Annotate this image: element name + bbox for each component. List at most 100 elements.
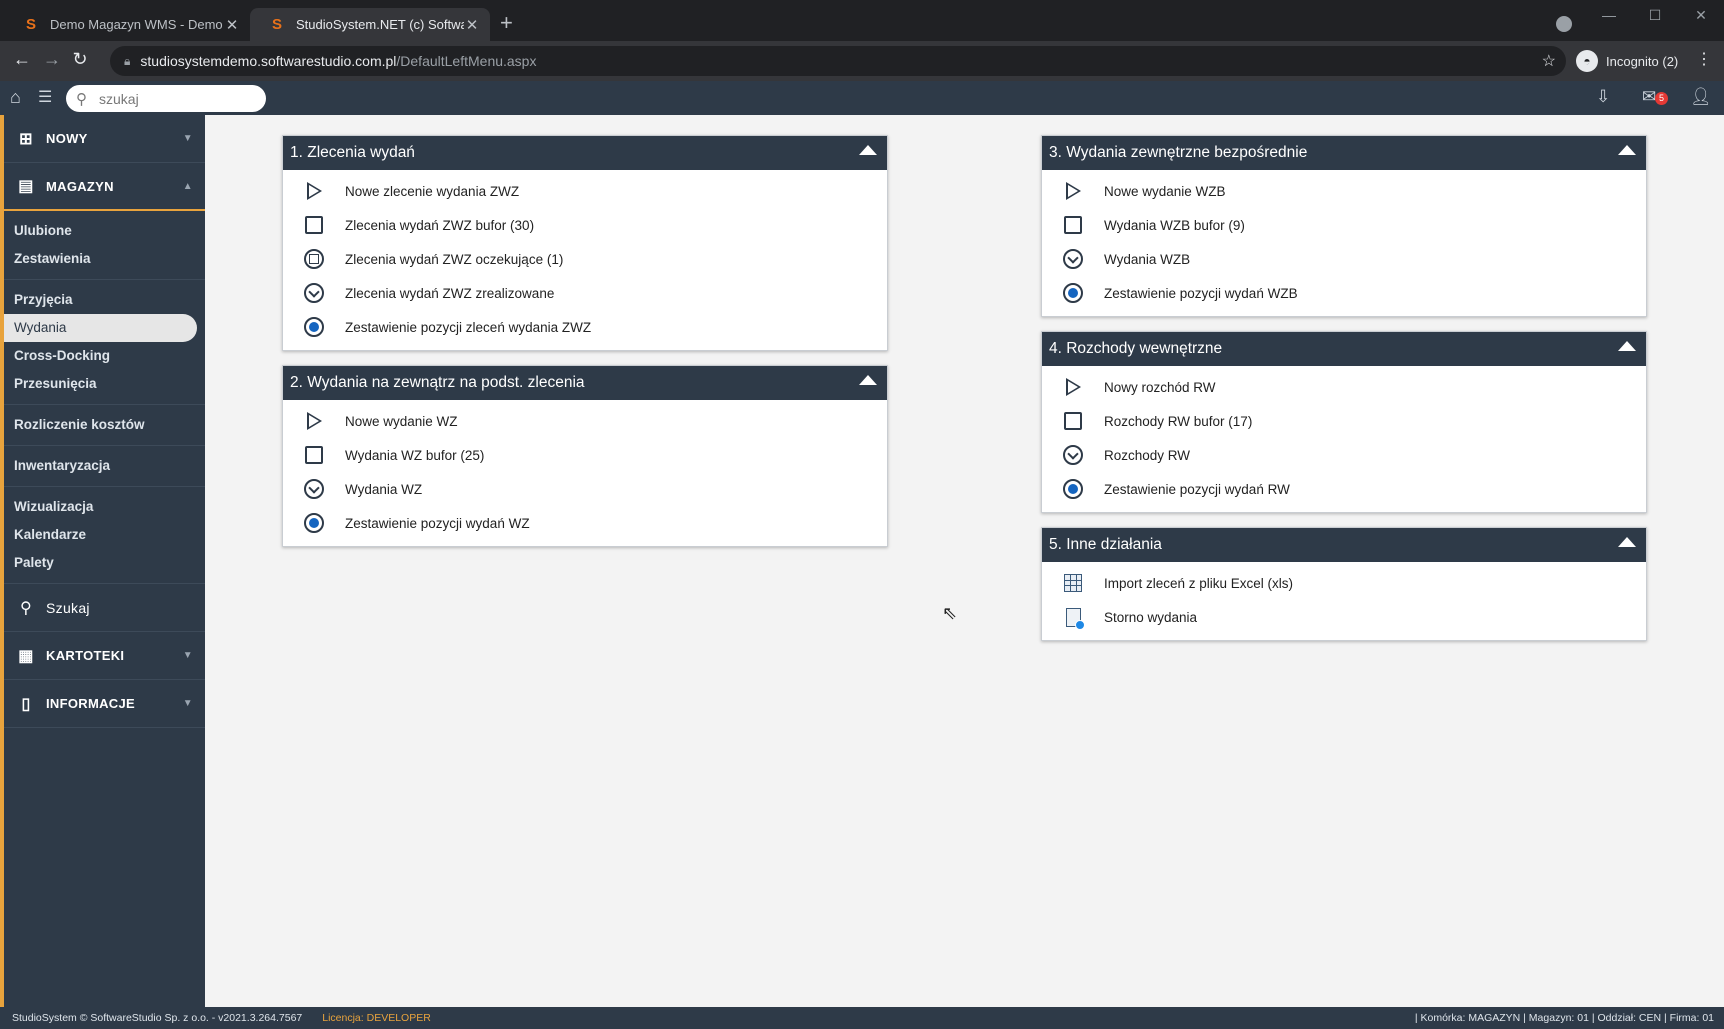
search-icon: ⚲ [76,90,87,108]
sidebar-item-wydania[interactable]: Wydania [4,314,197,342]
url-path: /DefaultLeftMenu.aspx [396,53,537,69]
sidebar-item-wizualizacja[interactable]: Wizualizacja [4,493,197,521]
sidebar-item-cross-docking[interactable]: Cross-Docking [4,342,197,370]
sidebar-item-przesuniecia[interactable]: Przesunięcia [4,370,197,398]
panel-rozchody-wewnetrzne: 4. Rozchody wewnętrzne Nowy rozchód RW R… [1041,331,1647,513]
window-controls: — ☐ ✕ [1586,0,1724,30]
browser-menu-icon[interactable]: ⋮ [1696,49,1712,69]
close-tab-icon[interactable]: ✕ [224,16,240,34]
panel-link[interactable]: Wydania WZB [1042,242,1646,276]
url-bar[interactable]: 🔒︎ studiosystemdemo.softwarestudio.com.p… [110,46,1566,76]
circle-square-icon [303,248,325,270]
close-window-icon[interactable]: ✕ [1678,0,1724,30]
panel-link[interactable]: Rozchody RW bufor (17) [1042,404,1646,438]
panel-link[interactable]: Zlecenia wydań ZWZ oczekujące (1) [283,242,887,276]
panel-link[interactable]: Zestawienie pozycji wydań WZB [1042,276,1646,310]
collapse-icon[interactable] [1618,145,1636,155]
mail-count-badge: 5 [1655,92,1668,105]
radio-dot-icon [303,316,325,338]
excel-grid-icon [1062,572,1084,594]
new-tab-icon[interactable]: + [500,12,513,34]
app-top-bar: ⌂ ☰ ⚲ ⇩ ✉ 5 👤︎ [0,81,1724,115]
panel-link[interactable]: Storno wydania [1042,600,1646,634]
sidebar-section-magazyn[interactable]: ▤ MAGAZYN ▲ [4,163,205,211]
sidebar-section-kartoteki[interactable]: ▦ KARTOTEKI ▼ [4,632,205,680]
panel-header: 2. Wydania na zewnątrz na podst. zleceni… [283,366,887,400]
reload-icon[interactable]: ↻ [68,49,92,70]
lock-icon[interactable]: 🔒︎ [124,54,130,69]
search-input[interactable] [99,90,249,107]
panel-link[interactable]: Nowe zlecenie wydania ZWZ [283,174,887,208]
link-label: Storno wydania [1104,609,1198,625]
square-icon [303,214,325,236]
collapse-icon[interactable] [859,145,877,155]
panel-link[interactable]: Nowe wydanie WZB [1042,174,1646,208]
chevron-up-icon: ▲ [182,180,193,192]
sidebar-item-kalendarze[interactable]: Kalendarze [4,521,197,549]
back-icon[interactable]: ← [10,49,34,70]
browser-tab-bar: S Demo Magazyn WMS - Demo on ✕ S StudioS… [0,0,1724,41]
panel-header: 4. Rozchody wewnętrzne [1042,332,1646,366]
panel-link[interactable]: Nowe wydanie WZ [283,404,887,438]
sidebar-item-inwentaryzacja[interactable]: Inwentaryzacja [4,452,197,480]
sidebar-section-label: INFORMACJE [46,696,135,711]
panel-link[interactable]: Rozchody RW [1042,438,1646,472]
radio-dot-icon [1062,282,1084,304]
panel-link[interactable]: Zestawienie pozycji wydań WZ [283,506,887,540]
bookmark-star-icon[interactable]: ☆ [1542,51,1556,71]
menu-list-icon[interactable]: ☰ [38,87,52,107]
panel-link[interactable]: Wydania WZB bufor (9) [1042,208,1646,242]
sidebar-section-label: Szukaj [46,599,90,616]
search-box[interactable]: ⚲ [66,85,266,112]
sidebar-section-informacje[interactable]: ▯ INFORMACJE ▼ [4,680,205,728]
circle-chevron-icon [303,282,325,304]
panel-link[interactable]: Wydania WZ bufor (25) [283,438,887,472]
panel-link[interactable]: Nowy rozchód RW [1042,370,1646,404]
forward-icon[interactable]: → [40,49,64,70]
panel-link[interactable]: Zestawienie pozycji wydań RW [1042,472,1646,506]
panel-link[interactable]: Import zleceń z pliku Excel (xls) [1042,566,1646,600]
close-tab-icon[interactable]: ✕ [464,16,480,34]
collapse-icon[interactable] [1618,341,1636,351]
link-label: Rozchody RW bufor (17) [1104,413,1253,429]
browser-tab-1[interactable]: S Demo Magazyn WMS - Demo on ✕ [4,8,250,41]
tab-search-icon[interactable] [1556,16,1572,32]
sidebar-item-ulubione[interactable]: Ulubione [4,217,197,245]
play-icon [303,180,325,202]
main-content: 1. Zlecenia wydań Nowe zlecenie wydania … [205,115,1724,1007]
collapse-icon[interactable] [859,375,877,385]
sidebar-section-szukaj[interactable]: ⚲ Szukaj [4,584,205,632]
tab-title: Demo Magazyn WMS - Demo on [50,17,224,32]
link-label: Nowe zlecenie wydania ZWZ [345,183,520,199]
panel-link[interactable]: Zlecenia wydań ZWZ zrealizowane [283,276,887,310]
sidebar-item-palety[interactable]: Palety [4,549,197,577]
square-icon [1062,214,1084,236]
maximize-icon[interactable]: ☐ [1632,0,1678,30]
sidebar-item-zestawienia[interactable]: Zestawienia [4,245,197,273]
home-icon[interactable]: ⌂ [10,87,21,108]
inbox-tray-icon[interactable]: ⇩ [1596,87,1610,107]
sidebar-section-nowy[interactable]: ⊞ NOWY ▼ [4,115,205,163]
minimize-icon[interactable]: — [1586,0,1632,30]
incognito-indicator[interactable]: ◓ Incognito (2) [1576,49,1678,73]
link-label: Wydania WZ bufor (25) [345,447,485,463]
collapse-icon[interactable] [1618,537,1636,547]
browser-tab-2[interactable]: S StudioSystem.NET (c) SoftwareStudio ✕ [250,8,490,41]
panel-link[interactable]: Zestawienie pozycji zleceń wydania ZWZ [283,310,887,344]
panel-title: 5. Inne działania [1049,536,1162,553]
sidebar-item-przyjecia[interactable]: Przyjęcia [4,286,197,314]
link-label: Nowe wydanie WZB [1104,183,1226,199]
radio-dot-icon [1062,478,1084,500]
panel-link[interactable]: Zlecenia wydań ZWZ bufor (30) [283,208,887,242]
panel-zlecenia-wydan: 1. Zlecenia wydań Nowe zlecenie wydania … [282,135,888,351]
panel-link[interactable]: Wydania WZ [283,472,887,506]
left-sidebar: ⊞ NOWY ▼ ▤ MAGAZYN ▲ Ulubione Zestawieni… [0,115,205,1007]
sidebar-item-rozliczenie-kosztow[interactable]: Rozliczenie kosztów [4,411,197,439]
circle-chevron-icon [1062,248,1084,270]
link-label: Nowy rozchód RW [1104,379,1216,395]
link-label: Zestawienie pozycji wydań WZ [345,515,530,531]
user-icon[interactable]: 👤︎ [1690,87,1712,107]
mouse-cursor-icon: ⇖ [942,603,958,623]
url-host: studiosystemdemo.softwarestudio.com.pl [140,53,397,69]
softwarestudio-favicon-icon: S [272,15,283,33]
